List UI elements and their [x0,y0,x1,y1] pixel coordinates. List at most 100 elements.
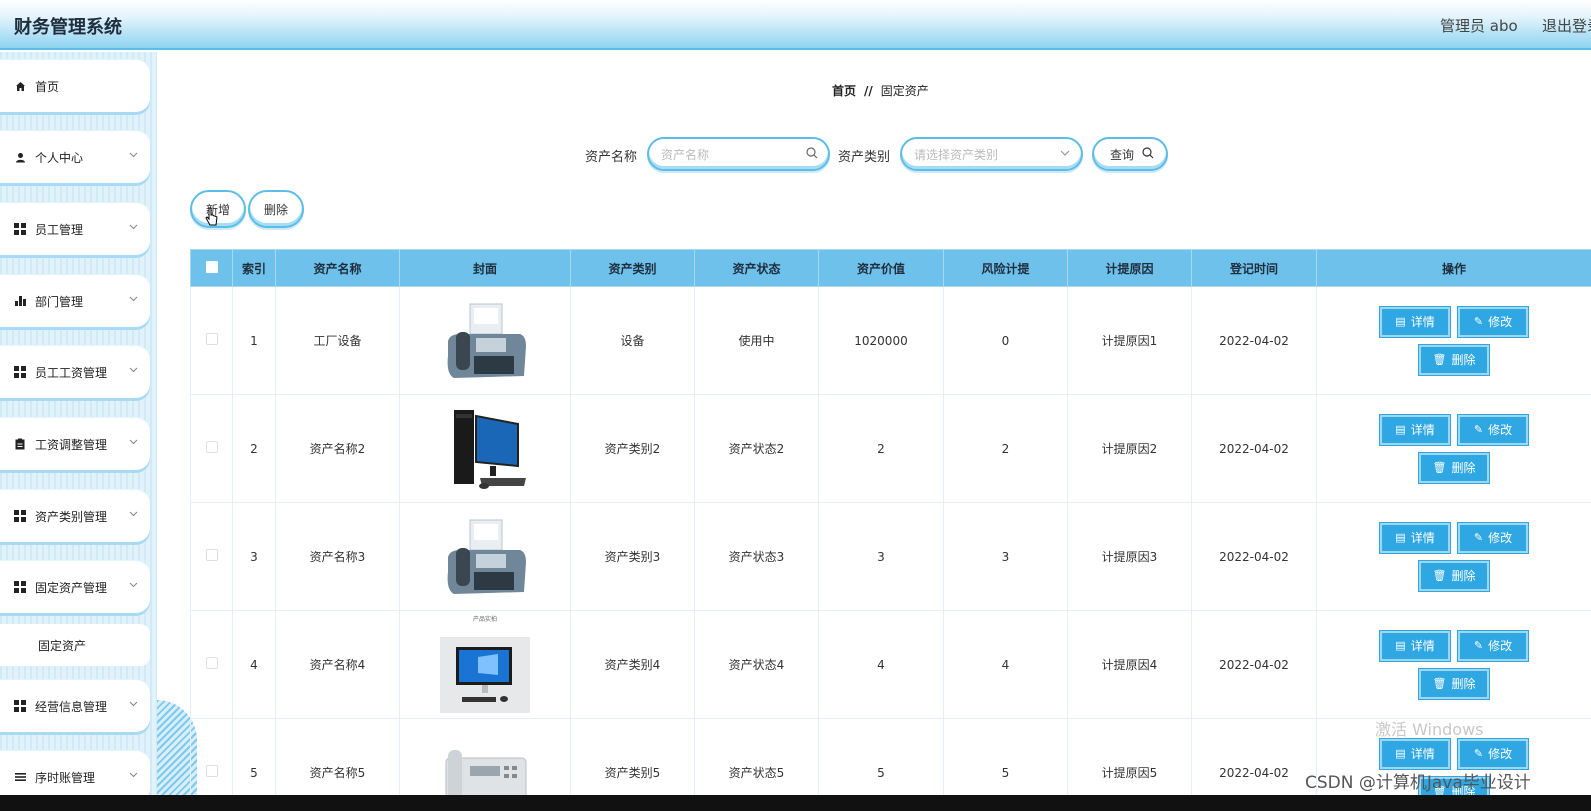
breadcrumb-home[interactable]: 首页 [832,84,856,98]
chevron-down-icon [1059,147,1071,162]
sidebar-item[interactable]: 个人中心 [0,131,150,183]
trash-icon: 🗑 [1432,353,1447,366]
select-all-checkbox[interactable] [190,249,233,287]
cell-asset-category: 资产类别4 [570,610,695,719]
search-icon [1142,147,1154,162]
cell-asset-category: 设备 [570,286,695,395]
edit-button[interactable]: ✎ 修改 [1457,521,1529,554]
row-checkbox[interactable] [190,502,233,611]
chevron-down-icon [129,222,138,234]
detail-button[interactable]: ▤ 详情 [1379,629,1451,662]
detail-button[interactable]: ▤ 详情 [1379,413,1451,446]
cell-risk-provision: 2 [943,394,1068,503]
list-icon [14,771,26,783]
row-checkbox[interactable] [190,394,233,503]
document-icon: ▤ [1395,531,1406,544]
cell-cover-image [399,286,571,395]
grid-icon [14,700,26,712]
sidebar-item-label: 员工工资管理 [35,365,108,380]
sidebar-item[interactable]: 员工管理 [0,203,150,255]
cell-provision-reason: 计提原因1 [1067,286,1192,395]
cell-risk-provision: 4 [943,610,1068,719]
row-delete-button[interactable]: 🗑 删除 [1418,559,1490,592]
row-checkbox[interactable] [190,286,233,395]
column-header: 封面 [399,249,571,287]
cell-asset-value: 3 [818,502,944,611]
trash-icon: 🗑 [1432,677,1447,690]
asset-category-select[interactable]: 请选择资产类别 [900,137,1083,171]
trash-icon: 🗑 [1432,569,1447,582]
row-delete-button[interactable]: 🗑 删除 [1418,667,1490,700]
cell-index: 4 [232,610,276,719]
edit-button[interactable]: ✎ 修改 [1457,629,1529,662]
asset-name-input[interactable]: 资产名称 [647,137,830,171]
fax-machine-image [400,512,570,602]
current-user: 管理员 abo [1440,17,1518,35]
csdn-watermark: CSDN @计算机Java毕业设计 [1305,773,1531,793]
sidebar-item[interactable]: 工资调整管理 [0,418,150,470]
cell-actions: ▤ 详情 ✎ 修改 🗑 删除 [1316,394,1591,503]
chevron-down-icon [129,294,138,306]
chevron-down-icon [129,150,138,162]
chevron-down-icon [129,437,138,449]
cell-register-date: 2022-04-02 [1191,610,1317,719]
logout-link[interactable]: 退出登录 [1542,15,1591,36]
cell-asset-value: 4 [818,610,944,719]
sidebar-item-label: 序时账管理 [35,770,96,785]
sidebar-subitem-fixed-assets[interactable]: 固定资产 [0,624,150,666]
cell-asset-status: 使用中 [694,286,819,395]
delete-selected-button[interactable]: 删除 [248,190,304,228]
sidebar-item-label: 员工管理 [35,222,84,237]
breadcrumb: 首页 // 固定资产 [832,82,929,99]
detail-button[interactable]: ▤ 详情 [1379,305,1451,338]
sidebar-item[interactable]: 部门管理 [0,275,150,327]
cell-provision-reason: 计提原因3 [1067,502,1192,611]
query-label: 查询 [1110,147,1135,162]
column-header: 资产状态 [694,249,819,287]
document-icon: ▤ [1395,639,1406,652]
fax-machine-image [400,296,570,386]
query-button[interactable]: 查询 [1092,137,1168,171]
pencil-icon: ✎ [1473,747,1484,760]
cell-asset-name: 资产名称4 [275,610,400,719]
asset-name-label: 资产名称 [585,150,638,165]
edit-button[interactable]: ✎ 修改 [1457,305,1529,338]
chevron-down-icon [129,699,138,711]
cell-actions: ▤ 详情 ✎ 修改 🗑 删除 [1316,610,1591,719]
cell-index: 3 [232,502,276,611]
cell-asset-status: 资产状态2 [694,394,819,503]
sidebar-item[interactable]: 资产类别管理 [0,490,150,542]
cell-cover-image: 产品实拍 [399,610,571,719]
user-icon [14,151,26,163]
breadcrumb-current: 固定资产 [880,84,929,98]
table-row: 3 资产名称3 资产类别3 资产状态3 3 3 计提原因3 2022-04-02 ▤ 详情 ✎ 修改 🗑… [190,502,1591,611]
document-icon: ▤ [1395,747,1406,760]
all-in-one-pc-image: 产品实拍 [400,614,570,715]
sidebar-item[interactable]: 首页 [0,60,150,112]
column-header: 登记时间 [1191,249,1317,287]
row-delete-button[interactable]: 🗑 删除 [1418,343,1490,376]
cell-asset-status: 资产状态3 [694,502,819,611]
edit-button[interactable]: ✎ 修改 [1457,413,1529,446]
detail-button[interactable]: ▤ 详情 [1379,737,1451,770]
document-icon: ▤ [1395,315,1406,328]
asset-category-placeholder: 请选择资产类别 [914,147,999,162]
cell-asset-category: 资产类别2 [570,394,695,503]
row-checkbox[interactable] [190,610,233,719]
cell-asset-status: 资产状态4 [694,610,819,719]
cell-asset-name: 工厂设备 [275,286,400,395]
column-header: 资产名称 [275,249,400,287]
row-delete-button[interactable]: 🗑 删除 [1418,451,1490,484]
edit-button[interactable]: ✎ 修改 [1457,737,1529,770]
sidebar-item[interactable]: 固定资产管理 [0,561,150,613]
sidebar-item[interactable]: 经营信息管理 [0,680,150,732]
sidebar-item[interactable]: 员工工资管理 [0,346,150,398]
cell-register-date: 2022-04-02 [1191,394,1317,503]
cell-risk-provision: 3 [943,502,1068,611]
table-header-row: 索引 资产名称 封面 资产类别 资产状态 资产价值 风险计提 计提原因 登记时间… [190,249,1591,287]
grid-icon [14,366,26,378]
grid-icon [14,581,26,593]
sidebar-item-label: 资产类别管理 [35,509,108,524]
detail-button[interactable]: ▤ 详情 [1379,521,1451,554]
image-caption: 产品实拍 [472,616,497,623]
